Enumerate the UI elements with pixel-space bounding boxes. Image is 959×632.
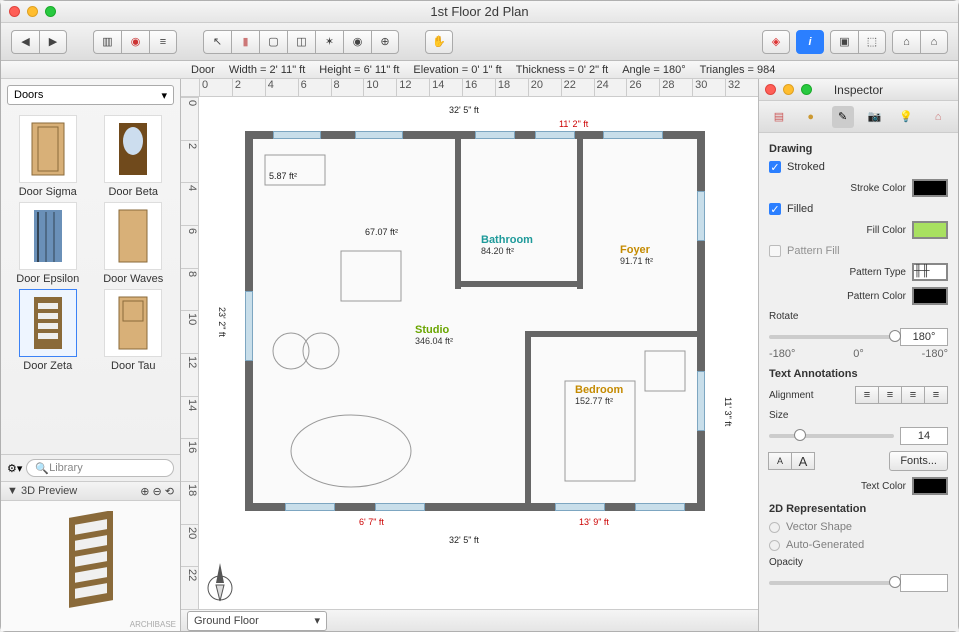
size-slider[interactable] bbox=[769, 434, 894, 438]
furniture-icon bbox=[535, 341, 695, 501]
inspector-tab-object[interactable]: ▤ bbox=[768, 106, 790, 128]
inspector-tabs: ▤ ● ✎ 📷 💡 ⌂ bbox=[759, 101, 958, 133]
room-bathroom-label: Bathroom84.20 ft² bbox=[481, 231, 533, 256]
inspector-tab-materials[interactable]: ● bbox=[800, 106, 822, 128]
section-2drep: 2D Representation bbox=[769, 503, 948, 515]
window-title: 1st Floor 2d Plan bbox=[1, 4, 958, 19]
vector-shape-radio[interactable] bbox=[769, 522, 780, 533]
view-list-button[interactable]: ≡ bbox=[149, 30, 177, 54]
camera-tool-button[interactable]: ◉ bbox=[343, 30, 371, 54]
filled-checkbox[interactable]: ✓ bbox=[769, 203, 781, 215]
view-library-button[interactable]: ▥ bbox=[93, 30, 121, 54]
view-3d-button[interactable]: ⬚ bbox=[858, 30, 886, 54]
size-value[interactable]: 14 bbox=[900, 427, 948, 445]
ruler-vertical: 0246810121416182022 bbox=[181, 97, 199, 609]
stroked-checkbox[interactable]: ✓ bbox=[769, 161, 781, 173]
view-elevation-button[interactable]: ⌂ bbox=[892, 30, 920, 54]
text-large-button[interactable]: A bbox=[791, 452, 815, 470]
library-item[interactable]: Door Sigma bbox=[9, 115, 87, 198]
floorplan-canvas[interactable]: 32' 5" ft 11' 2" ft bbox=[199, 97, 758, 609]
view-2d-button[interactable]: ▣ bbox=[830, 30, 858, 54]
align-right-button[interactable]: ≡ bbox=[901, 386, 925, 404]
library-item[interactable]: Door Beta bbox=[95, 115, 173, 198]
opacity-value[interactable] bbox=[900, 574, 948, 592]
auto-generated-radio[interactable] bbox=[769, 540, 780, 551]
library-grid: Door Sigma Door Beta Door Epsilon Door W… bbox=[1, 111, 180, 454]
library-category-select[interactable]: Doors▾ bbox=[7, 85, 174, 105]
pan-tool-button[interactable]: ✋ bbox=[425, 30, 453, 54]
inspector-tab-building[interactable]: ⌂ bbox=[927, 106, 949, 128]
titlebar: 1st Floor 2d Plan bbox=[1, 1, 958, 23]
view-furniture-button[interactable]: ◉ bbox=[121, 30, 149, 54]
dim-right: 11' 3" ft bbox=[723, 397, 733, 426]
floor-tool-button[interactable]: ◫ bbox=[287, 30, 315, 54]
library-item[interactable]: Door Epsilon bbox=[9, 202, 87, 285]
dim-top-red: 11' 2" ft bbox=[559, 119, 588, 129]
preview-reset-icon[interactable]: ⟲ bbox=[165, 486, 174, 498]
status-object: Door bbox=[191, 64, 215, 76]
rotate-value[interactable]: 180° bbox=[900, 328, 948, 346]
align-center-button[interactable]: ≡ bbox=[878, 386, 902, 404]
wall-tool-button[interactable]: ▮ bbox=[231, 30, 259, 54]
view-walkthrough-button[interactable]: ⌂ bbox=[920, 30, 948, 54]
nav-forward-button[interactable]: ▶ bbox=[39, 30, 67, 54]
align-left-button[interactable]: ≡ bbox=[855, 386, 879, 404]
render-button[interactable]: ◈ bbox=[762, 30, 790, 54]
preview-zoom-out-icon[interactable]: ⊖ bbox=[153, 486, 162, 498]
inspector-tab-2d[interactable]: ✎ bbox=[832, 106, 854, 128]
floor-select[interactable]: Ground Floor▾ bbox=[187, 611, 327, 631]
library-item[interactable]: Door Tau bbox=[95, 289, 173, 372]
section-text: Text Annotations bbox=[769, 368, 948, 380]
dim-left: 23' 2" ft bbox=[217, 307, 227, 337]
opacity-slider[interactable] bbox=[769, 581, 894, 585]
inspector-title: Inspector bbox=[759, 83, 958, 97]
zoom-tool-button[interactable]: ⊕ bbox=[371, 30, 399, 54]
fill-color-swatch[interactable] bbox=[912, 221, 948, 239]
preview-disclosure[interactable]: ▼ 3D Preview bbox=[7, 485, 77, 497]
pattern-color-swatch[interactable] bbox=[912, 287, 948, 305]
library-search-input[interactable]: 🔍 Library bbox=[26, 459, 174, 477]
preview-3d-viewport[interactable]: ARCHIBASE bbox=[1, 501, 180, 631]
stroke-color-swatch[interactable] bbox=[912, 179, 948, 197]
compass-icon bbox=[205, 561, 235, 603]
furniture-icon bbox=[261, 151, 461, 511]
align-justify-button[interactable]: ≡ bbox=[924, 386, 948, 404]
pattern-type-select[interactable]: ╫╫ bbox=[912, 263, 948, 281]
dim-top: 32' 5" ft bbox=[449, 105, 479, 115]
inspector-tab-cameras[interactable]: 📷 bbox=[863, 106, 885, 128]
preview-zoom-in-icon[interactable]: ⊕ bbox=[140, 486, 149, 498]
text-small-button[interactable]: A bbox=[768, 452, 792, 470]
ruler-horizontal: 02468101214161820222426283032 bbox=[181, 79, 758, 97]
library-settings-icon[interactable]: ⚙▾ bbox=[7, 462, 22, 475]
measure-tool-button[interactable]: ✶ bbox=[315, 30, 343, 54]
rotate-slider[interactable] bbox=[769, 335, 894, 339]
room-foyer-label: Foyer91.71 ft² bbox=[620, 241, 653, 266]
nav-back-button[interactable]: ◀ bbox=[11, 30, 39, 54]
room-tool-button[interactable]: ▢ bbox=[259, 30, 287, 54]
library-sidebar: Doors▾ Door Sigma Door Beta Door Epsilon… bbox=[1, 79, 181, 631]
fonts-button[interactable]: Fonts... bbox=[889, 451, 948, 471]
canvas-area: 02468101214161820222426283032 0246810121… bbox=[181, 79, 758, 631]
status-bar: Door Width = 2' 11" ft Height = 6' 11" f… bbox=[1, 61, 958, 79]
info-button[interactable]: i bbox=[796, 30, 824, 54]
section-drawing: Drawing bbox=[769, 143, 948, 155]
main-toolbar: ◀ ▶ ▥ ◉ ≡ ↖ ▮ ▢ ◫ ✶ ◉ ⊕ ✋ ◈ i ▣ ⬚ ⌂ ⌂ bbox=[1, 23, 958, 61]
floorplan[interactable]: 5.87 ft² 67.07 ft² Bathroom84.20 ft² Foy… bbox=[245, 131, 705, 511]
text-color-swatch[interactable] bbox=[912, 477, 948, 495]
inspector-panel: Inspector ▤ ● ✎ 📷 💡 ⌂ Drawing ✓Stroked S… bbox=[758, 79, 958, 631]
pattern-fill-checkbox[interactable] bbox=[769, 245, 781, 257]
library-item-selected[interactable]: Door Zeta bbox=[9, 289, 87, 372]
inspector-tab-lights[interactable]: 💡 bbox=[895, 106, 917, 128]
pointer-tool-button[interactable]: ↖ bbox=[203, 30, 231, 54]
library-item[interactable]: Door Waves bbox=[95, 202, 173, 285]
